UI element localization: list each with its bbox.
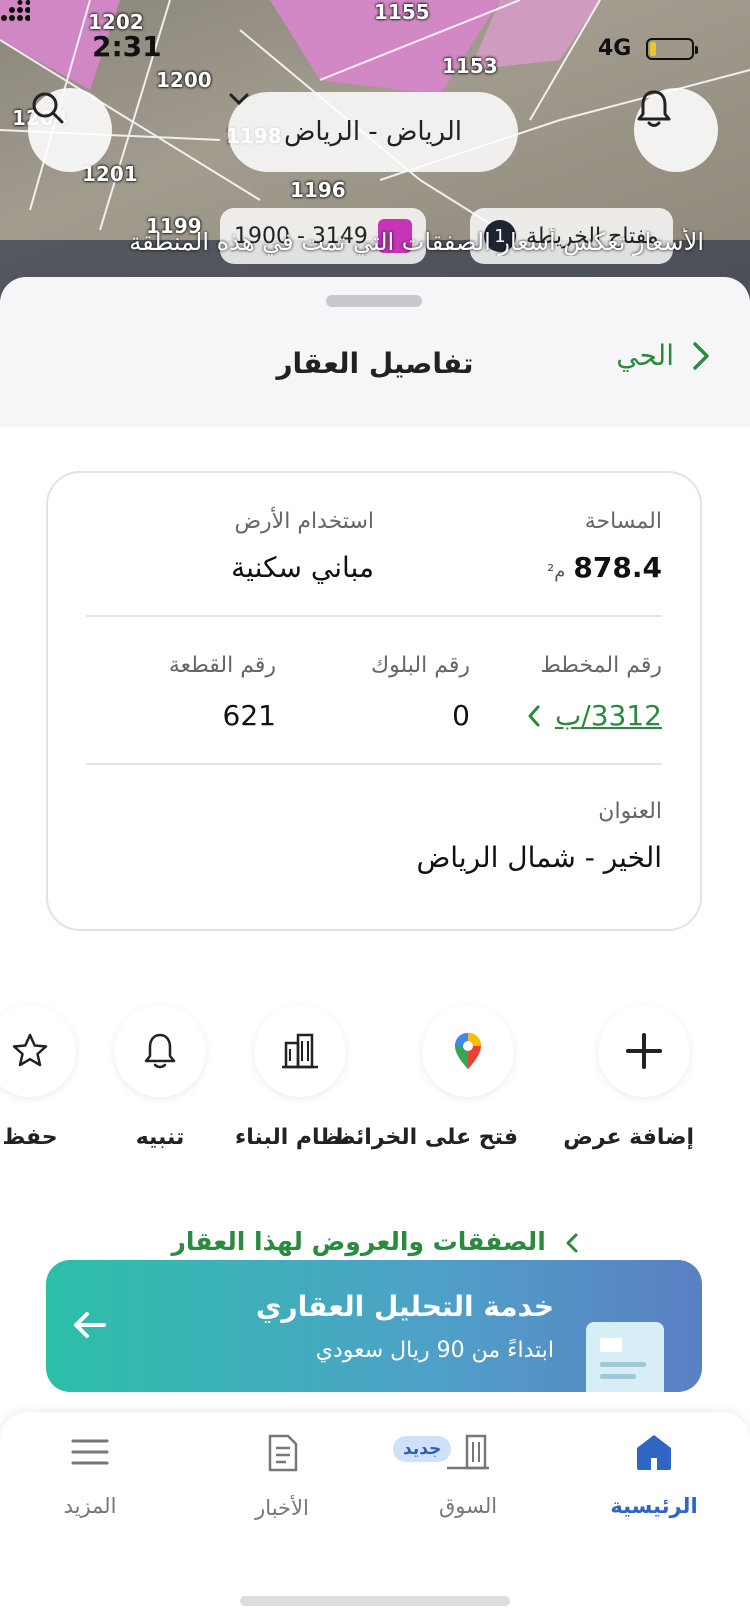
deals-link-label: الصفقات والعروض لهذا العقار: [171, 1227, 546, 1256]
tab-more[interactable]: المزيد: [20, 1432, 160, 1518]
tab-label: المزيد: [63, 1494, 117, 1518]
chevron-down-icon: [229, 93, 249, 106]
star-icon: [12, 1033, 48, 1067]
add-offer-button[interactable]: إضافة عرض: [563, 1005, 694, 1150]
bell-icon: [637, 90, 671, 127]
area-value: 878.4: [573, 551, 662, 584]
chevron-left-icon: [528, 705, 540, 726]
promo-title: خدمة التحليل العقاري: [255, 1290, 554, 1323]
parcel-label: رقم القطعة: [168, 653, 276, 678]
map-view[interactable]: 1202 1155 1153 1200 1201 1196 1199 1198 …: [0, 0, 750, 300]
action-label: حفظ: [2, 1125, 58, 1150]
city-selector[interactable]: الرياض - الرياض: [228, 92, 518, 172]
plan-label: رقم المخطط: [540, 653, 662, 678]
promo-subtitle: ابتداءً من 90 ريال سعودي: [315, 1338, 554, 1363]
search-button[interactable]: [28, 88, 112, 172]
tab-news[interactable]: الأخبار: [212, 1432, 352, 1520]
signal-icon: [1, 0, 30, 21]
card-divider: [86, 763, 662, 765]
alert-button[interactable]: تنبيه: [110, 1005, 210, 1150]
menu-icon: [71, 1439, 109, 1465]
tab-label: السوق: [438, 1494, 498, 1518]
network-type: 4G: [598, 36, 632, 61]
building-system-button[interactable]: نظام البناء: [234, 1005, 350, 1150]
action-label: تنبيه: [135, 1125, 185, 1150]
market-icon: [447, 1434, 489, 1470]
chevron-left-icon: [566, 1233, 577, 1253]
tab-label: الرئيسية: [610, 1494, 698, 1518]
tab-home[interactable]: الرئيسية: [584, 1432, 724, 1518]
block-value: 0: [452, 699, 470, 732]
notifications-button[interactable]: [634, 88, 718, 172]
action-label: نظام البناء: [234, 1125, 350, 1150]
neighborhood-back-link[interactable]: الحي: [616, 339, 710, 372]
property-details-card: المساحة 878.4 م² استخدام الأرض مباني سكن…: [46, 471, 702, 931]
plan-value: 3312/ب: [554, 699, 662, 732]
status-bar: 2:31 4G: [0, 0, 750, 80]
document-icon: [586, 1322, 664, 1392]
land-use-value: مباني سكنية: [231, 551, 374, 584]
city-selector-label: الرياض - الرياض: [283, 117, 463, 147]
chevron-right-icon: [693, 341, 709, 370]
action-label: فتح على الخرائط: [332, 1125, 518, 1150]
save-button[interactable]: حفظ: [0, 1005, 80, 1150]
land-use-label: استخدام الأرض: [234, 509, 374, 534]
plan-link[interactable]: 3312/ب: [527, 699, 662, 732]
sheet-drag-handle[interactable]: [326, 295, 422, 307]
address-label: العنوان: [598, 799, 662, 824]
deals-link[interactable]: الصفقات والعروض لهذا العقار: [0, 1227, 750, 1256]
status-time: 2:31: [92, 30, 162, 63]
address-value: الخير - شمال الرياض: [416, 841, 662, 874]
plot-number: 1196: [290, 178, 346, 202]
news-icon: [268, 1434, 298, 1472]
area-unit: م²: [547, 561, 566, 582]
arrow-left-icon: [74, 1312, 106, 1338]
home-icon: [637, 1435, 671, 1470]
block-label: رقم البلوك: [370, 653, 470, 678]
back-link-label: الحي: [616, 339, 674, 372]
bell-icon: [144, 1033, 176, 1069]
battery-icon: [646, 38, 698, 60]
map-price-note: الأسعار تعكس أسعار الصفقات التي تمت في ه…: [129, 228, 704, 256]
sheet-header: تفاصيل العقار الحي: [0, 317, 750, 409]
bottom-tab-bar: الرئيسية السوق الأخبار المزيد: [0, 1412, 750, 1621]
area-value-group: 878.4 م²: [547, 551, 662, 584]
new-badge: جديد: [393, 1436, 452, 1462]
card-divider: [86, 615, 662, 617]
map-pin-icon: [455, 1033, 481, 1069]
tab-label: الأخبار: [255, 1496, 309, 1520]
parcel-value: 621: [222, 699, 276, 732]
building-icon: [282, 1033, 318, 1069]
action-label: إضافة عرض: [563, 1125, 694, 1150]
open-in-maps-button[interactable]: فتح على الخرائط: [332, 1005, 518, 1150]
home-indicator: [240, 1596, 510, 1606]
plus-icon: [626, 1033, 662, 1069]
real-estate-analysis-banner[interactable]: خدمة التحليل العقاري ابتداءً من 90 ريال …: [46, 1260, 702, 1392]
search-icon: [32, 92, 64, 124]
area-label: المساحة: [584, 509, 662, 534]
